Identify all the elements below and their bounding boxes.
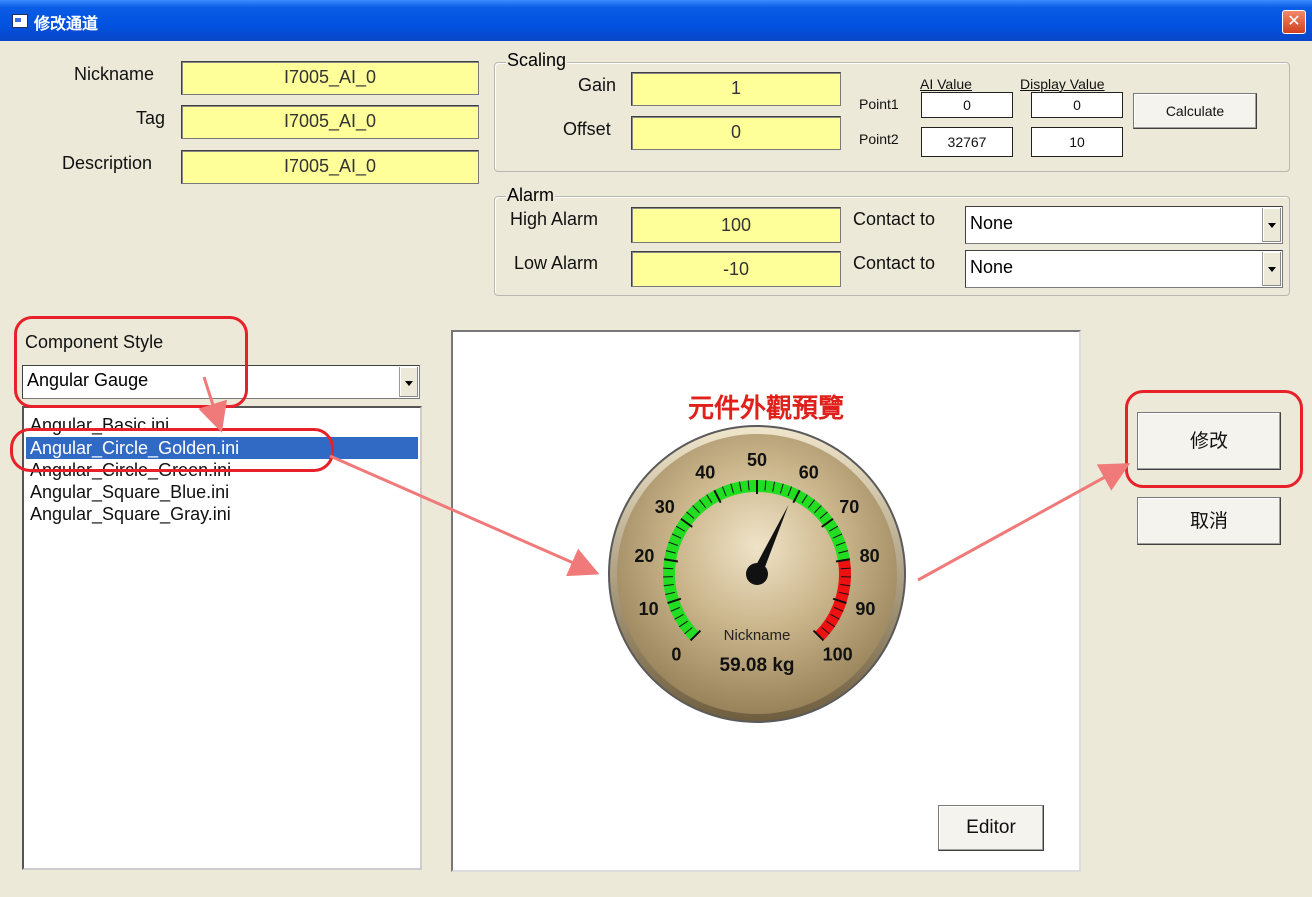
gauge-tick-label: 40	[695, 462, 715, 482]
contact-select-2-value: None	[970, 257, 1014, 277]
gauge-tick-label: 10	[639, 599, 659, 619]
cancel-button[interactable]: 取消	[1137, 497, 1281, 545]
high-alarm-field[interactable]: 100	[631, 207, 841, 243]
alarm-title: Alarm	[506, 185, 556, 205]
close-button[interactable]: ✕	[1282, 10, 1306, 34]
point2-display-field[interactable]: 10	[1031, 127, 1123, 157]
preview-panel: 元件外觀預覽 0 10 20 30 40 50 60 70 80 90 100 Nickname 5…	[451, 330, 1081, 872]
description-field[interactable]: I7005_AI_0	[181, 150, 479, 184]
point1-display-field[interactable]: 0	[1031, 92, 1123, 118]
offset-field[interactable]: 0	[631, 116, 841, 150]
title-bar[interactable]: 修改通道 ✕	[0, 0, 1312, 41]
description-label: Description	[62, 153, 153, 173]
gauge-hub	[746, 563, 768, 585]
gauge-tick-label: 50	[747, 450, 767, 470]
low-alarm-field[interactable]: -10	[631, 251, 841, 287]
nickname-field[interactable]: I7005_AI_0	[181, 61, 479, 95]
chevron-down-icon[interactable]	[399, 367, 418, 397]
editor-button[interactable]: Editor	[938, 805, 1044, 851]
chevron-down-icon[interactable]	[1262, 208, 1281, 242]
ai-value-header: AI Value	[920, 76, 972, 92]
contact-to-label-1: Contact to	[853, 209, 936, 229]
point2-label: Point2	[859, 131, 899, 147]
gauge-tick-label: 60	[799, 462, 819, 482]
gauge-minor-tick	[840, 567, 851, 570]
chevron-down-icon[interactable]	[1262, 252, 1281, 286]
point1-label: Point1	[859, 96, 899, 112]
style-file-list[interactable]: Angular_Basic.ini Angular_Circle_Golden.…	[22, 406, 422, 870]
gauge-tick-label: 0	[671, 645, 681, 665]
gauge-tick-label: 30	[655, 497, 675, 517]
tag-field[interactable]: I7005_AI_0	[181, 105, 479, 139]
calculate-button[interactable]: Calculate	[1133, 93, 1257, 129]
list-item[interactable]: Angular_Square_Blue.ini	[30, 481, 229, 503]
gain-label: Gain	[578, 75, 617, 95]
gauge-tick-label: 20	[634, 546, 654, 566]
gauge-reading: 59.08 kg	[720, 655, 795, 676]
low-alarm-label: Low Alarm	[514, 253, 599, 273]
gauge-tick-label: 80	[860, 546, 880, 566]
highlight-component-style	[14, 316, 248, 408]
contact-select-1-value: None	[970, 213, 1014, 233]
contact-select-2[interactable]: None	[965, 250, 1283, 288]
gauge-tick-label: 100	[823, 645, 853, 665]
window-icon	[12, 14, 28, 28]
gauge-tick-label: 70	[839, 497, 859, 517]
gauge-minor-tick	[663, 567, 674, 570]
point2-ai-field[interactable]: 32767	[921, 127, 1013, 157]
scaling-title: Scaling	[506, 50, 568, 70]
tag-label: Tag	[136, 108, 166, 128]
dialog-window: 修改通道 ✕ Nickname I7005_AI_0 Tag I7005_AI_…	[0, 0, 1312, 897]
gauge-chart: 0 10 20 30 40 50 60 70 80 90 100 Nickname 59.08 kg	[608, 425, 906, 723]
gain-field[interactable]: 1	[631, 72, 841, 106]
highlight-selected-file	[10, 428, 334, 472]
contact-to-label-2: Contact to	[853, 253, 936, 273]
display-value-header: Display Value	[1020, 76, 1105, 92]
high-alarm-label: High Alarm	[510, 209, 599, 229]
highlight-modify-button	[1125, 390, 1303, 488]
window-title: 修改通道	[34, 14, 99, 33]
gauge-tick-label: 90	[855, 599, 875, 619]
nickname-label: Nickname	[74, 64, 155, 84]
contact-select-1[interactable]: None	[965, 206, 1283, 244]
point1-ai-field[interactable]: 0	[921, 92, 1013, 118]
gauge-caption: Nickname	[724, 627, 791, 644]
offset-label: Offset	[563, 119, 611, 139]
list-item[interactable]: Angular_Square_Gray.ini	[30, 503, 231, 525]
